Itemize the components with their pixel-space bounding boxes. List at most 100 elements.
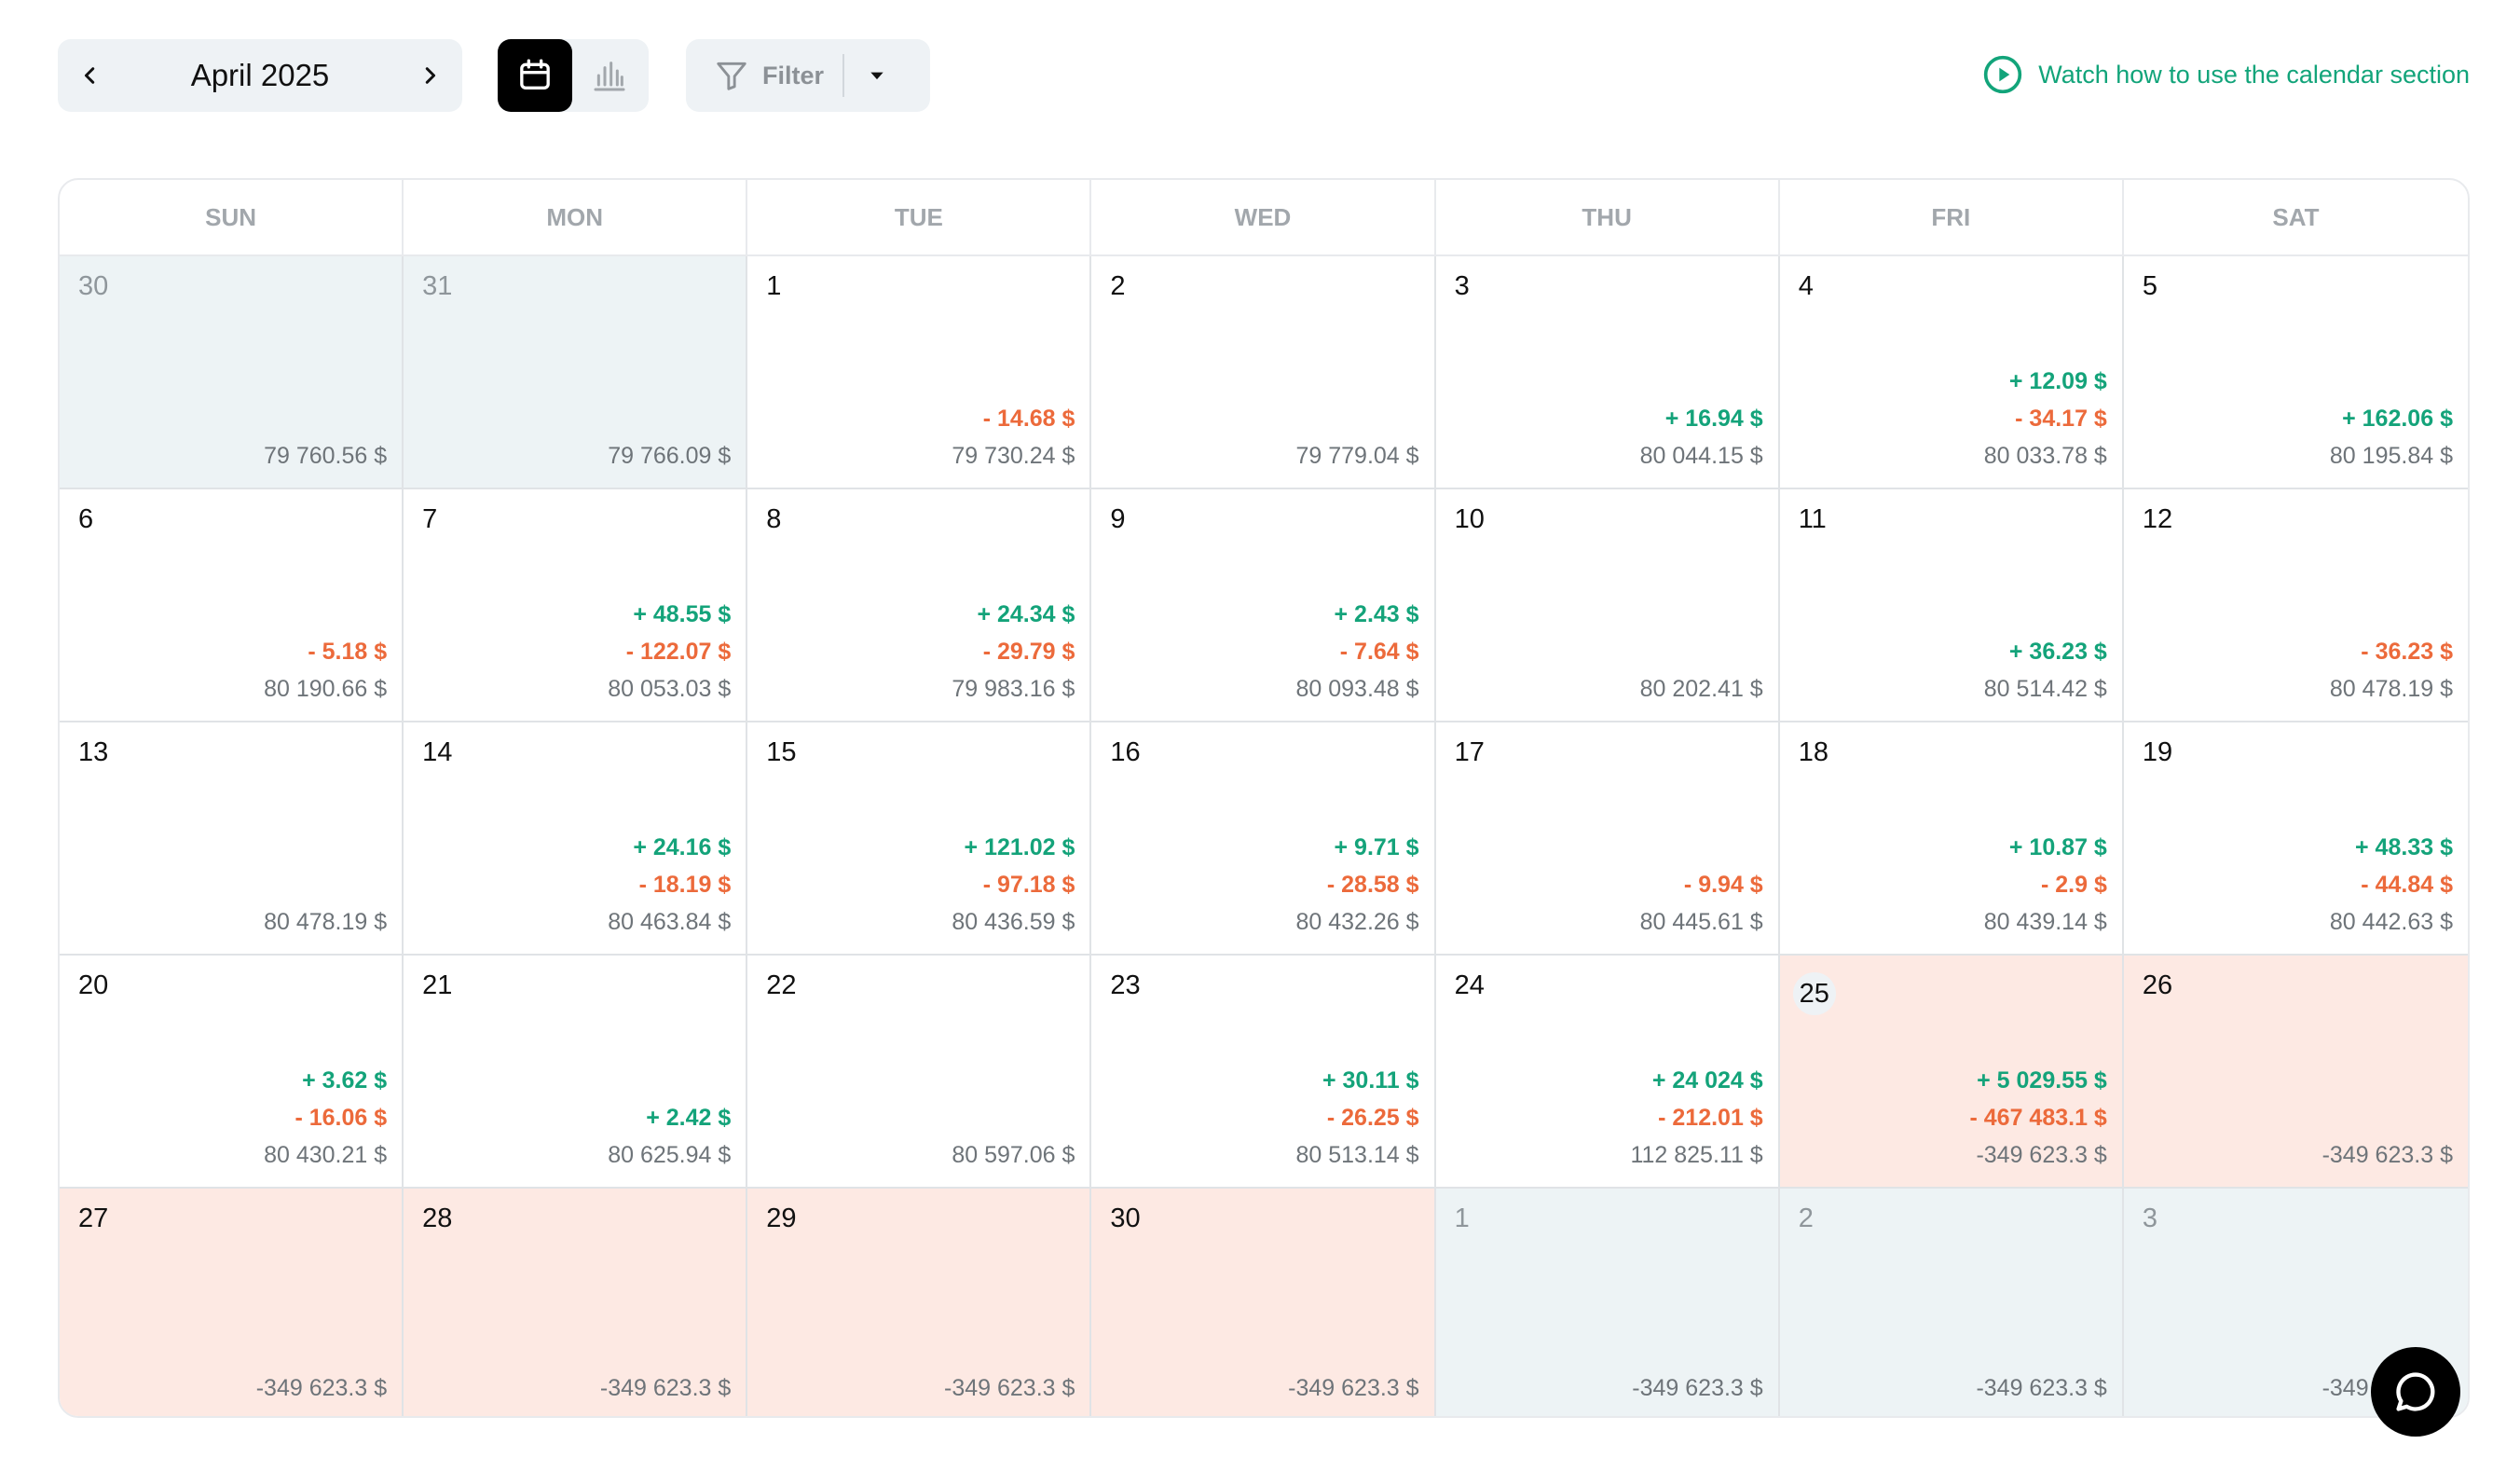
- day-number: 9: [1110, 504, 1126, 534]
- balance-amount: 112 825.11 $: [1630, 1142, 1763, 1168]
- income-amount: + 48.33 $: [2355, 834, 2453, 860]
- balance-amount: 80 202.41 $: [1639, 676, 1763, 702]
- balance-amount: 80 044.15 $: [1639, 443, 1763, 469]
- day-cell[interactable]: 16 + 9.71 $ - 28.58 $ 80 432.26 $: [1091, 722, 1436, 956]
- balance-amount: 80 053.03 $: [608, 676, 732, 702]
- chat-button[interactable]: [2371, 1347, 2460, 1437]
- day-cell[interactable]: 23 + 30.11 $ - 26.25 $ 80 513.14 $: [1091, 956, 1436, 1189]
- day-number: 1: [1454, 1204, 1470, 1233]
- day-cell[interactable]: 14 + 24.16 $ - 18.19 $ 80 463.84 $: [404, 722, 748, 956]
- day-cell[interactable]: 2 -349 623.3 $: [1779, 1189, 2124, 1416]
- balance-amount: -349 623.3 $: [944, 1375, 1075, 1401]
- day-amounts: - 5.18 $ 80 190.66 $: [264, 633, 387, 708]
- calendar-icon: [520, 59, 550, 90]
- day-amounts: -349 623.3 $: [1288, 1369, 1418, 1407]
- expense-amount: - 5.18 $: [308, 639, 388, 665]
- income-amount: + 5 029.55 $: [1977, 1067, 2107, 1094]
- day-amounts: -349 623.3 $: [1632, 1369, 1762, 1407]
- weekday-label: SUN: [60, 180, 404, 254]
- balance-amount: 79 779.04 $: [1295, 443, 1419, 469]
- day-cell[interactable]: 2 79 779.04 $: [1091, 256, 1436, 489]
- balance-amount: 80 033.78 $: [1983, 443, 2107, 469]
- expense-amount: - 212.01 $: [1658, 1105, 1763, 1131]
- balance-amount: 79 730.24 $: [952, 443, 1075, 469]
- day-cell[interactable]: 12 - 36.23 $ 80 478.19 $: [2123, 489, 2468, 722]
- day-cell[interactable]: 4 + 12.09 $ - 34.17 $ 80 033.78 $: [1779, 256, 2124, 489]
- day-cell[interactable]: 25 + 5 029.55 $ - 467 483.1 $ -349 623.3 $: [1779, 956, 2124, 1189]
- day-amounts: -349 623.3 $: [944, 1369, 1075, 1407]
- expense-amount: - 44.84 $: [2361, 872, 2453, 898]
- calendar-view-button[interactable]: [498, 39, 572, 112]
- day-cell[interactable]: 30 79 760.56 $: [60, 256, 404, 489]
- day-amounts: + 24.16 $ - 18.19 $ 80 463.84 $: [608, 829, 731, 941]
- day-cell[interactable]: 10 80 202.41 $: [1435, 489, 1780, 722]
- day-cell[interactable]: 18 + 10.87 $ - 2.9 $ 80 439.14 $: [1779, 722, 2124, 956]
- day-cell[interactable]: 30 -349 623.3 $: [1091, 1189, 1436, 1416]
- day-cell[interactable]: 24 + 24 024 $ - 212.01 $ 112 825.11 $: [1435, 956, 1780, 1189]
- day-amounts: + 36.23 $ 80 514.42 $: [1984, 633, 2107, 708]
- expense-amount: + 2.42 $: [646, 1105, 732, 1131]
- day-cell[interactable]: 26 -349 623.3 $: [2123, 956, 2468, 1189]
- day-number: 22: [766, 970, 797, 1000]
- day-number: 19: [2142, 737, 2173, 767]
- day-cell[interactable]: 13 80 478.19 $: [60, 722, 404, 956]
- month-navigator: April 2025: [58, 39, 462, 112]
- day-amounts: - 9.94 $ 80 445.61 $: [1640, 866, 1763, 941]
- day-number: 5: [2142, 271, 2157, 301]
- chevron-left-icon: [84, 67, 95, 84]
- day-amounts: + 48.55 $ - 122.07 $ 80 053.03 $: [608, 596, 731, 708]
- caret-down-icon: [870, 72, 883, 80]
- balance-amount: 80 514.42 $: [1983, 676, 2107, 702]
- filter-button[interactable]: Filter: [686, 39, 824, 112]
- expense-amount: - 14.68 $: [982, 406, 1075, 432]
- day-amounts: + 3.62 $ - 16.06 $ 80 430.21 $: [264, 1062, 387, 1174]
- day-cell[interactable]: 3 + 16.94 $ 80 044.15 $: [1435, 256, 1780, 489]
- balance-amount: 80 442.63 $: [2329, 909, 2453, 935]
- day-cell[interactable]: 1 - 14.68 $ 79 730.24 $: [747, 256, 1092, 489]
- day-cell[interactable]: 31 79 766.09 $: [404, 256, 748, 489]
- day-cell[interactable]: 7 + 48.55 $ - 122.07 $ 80 053.03 $: [404, 489, 748, 722]
- day-cell[interactable]: 1 -349 623.3 $: [1435, 1189, 1780, 1416]
- day-number: 11: [1798, 504, 1827, 534]
- next-month-button[interactable]: [397, 39, 462, 112]
- day-cell[interactable]: 29 -349 623.3 $: [747, 1189, 1092, 1416]
- filter-label: Filter: [762, 61, 825, 89]
- day-number: 25: [1792, 972, 1836, 1015]
- day-cell[interactable]: 27 -349 623.3 $: [60, 1189, 404, 1416]
- day-cell[interactable]: 20 + 3.62 $ - 16.06 $ 80 430.21 $: [60, 956, 404, 1189]
- day-amounts: + 10.87 $ - 2.9 $ 80 439.14 $: [1984, 829, 2107, 941]
- day-amounts: 80 202.41 $: [1640, 670, 1763, 708]
- day-number: 13: [78, 737, 109, 767]
- day-cell[interactable]: 17 - 9.94 $ 80 445.61 $: [1435, 722, 1780, 956]
- day-cell[interactable]: 9 + 2.43 $ - 7.64 $ 80 093.48 $: [1091, 489, 1436, 722]
- day-amounts: -349 623.3 $: [256, 1369, 387, 1407]
- watch-tutorial-link[interactable]: Watch how to use the calendar section: [1982, 54, 2470, 95]
- income-amount: + 24.16 $: [633, 834, 732, 860]
- day-number: 18: [1798, 737, 1828, 767]
- balance-amount: -349 623.3 $: [1976, 1142, 2107, 1168]
- day-number: 20: [78, 970, 109, 1000]
- day-number: 27: [78, 1204, 109, 1233]
- day-cell[interactable]: 15 + 121.02 $ - 97.18 $ 80 436.59 $: [747, 722, 1092, 956]
- day-cell[interactable]: 6 - 5.18 $ 80 190.66 $: [60, 489, 404, 722]
- weekday-label: SAT: [2272, 202, 2320, 231]
- day-amounts: 79 779.04 $: [1295, 437, 1418, 475]
- day-cell[interactable]: 28 -349 623.3 $: [404, 1189, 748, 1416]
- day-cell[interactable]: 21 + 2.42 $ 80 625.94 $: [404, 956, 748, 1189]
- day-cell[interactable]: 11 + 36.23 $ 80 514.42 $: [1779, 489, 2124, 722]
- balance-amount: -349 623.3 $: [1632, 1375, 1763, 1401]
- filter-dropdown-button[interactable]: [844, 39, 910, 112]
- day-cell[interactable]: 22 80 597.06 $: [747, 956, 1092, 1189]
- day-cell[interactable]: 5 + 162.06 $ 80 195.84 $: [2123, 256, 2468, 489]
- balance-amount: 80 432.26 $: [1295, 909, 1419, 935]
- day-amounts: + 30.11 $ - 26.25 $ 80 513.14 $: [1295, 1062, 1418, 1174]
- chart-view-button[interactable]: [572, 39, 647, 112]
- view-toggle: [498, 39, 649, 112]
- expense-amount: - 29.79 $: [982, 639, 1075, 665]
- day-cell[interactable]: 19 + 48.33 $ - 44.84 $ 80 442.63 $: [2123, 722, 2468, 956]
- day-amounts: + 48.33 $ - 44.84 $ 80 442.63 $: [2330, 829, 2453, 941]
- expense-amount: - 9.94 $: [1683, 872, 1763, 898]
- day-cell[interactable]: 8 + 24.34 $ - 29.79 $ 79 983.16 $: [747, 489, 1092, 722]
- balance-amount: -349 623.3 $: [599, 1375, 732, 1401]
- prev-month-button[interactable]: [58, 39, 123, 112]
